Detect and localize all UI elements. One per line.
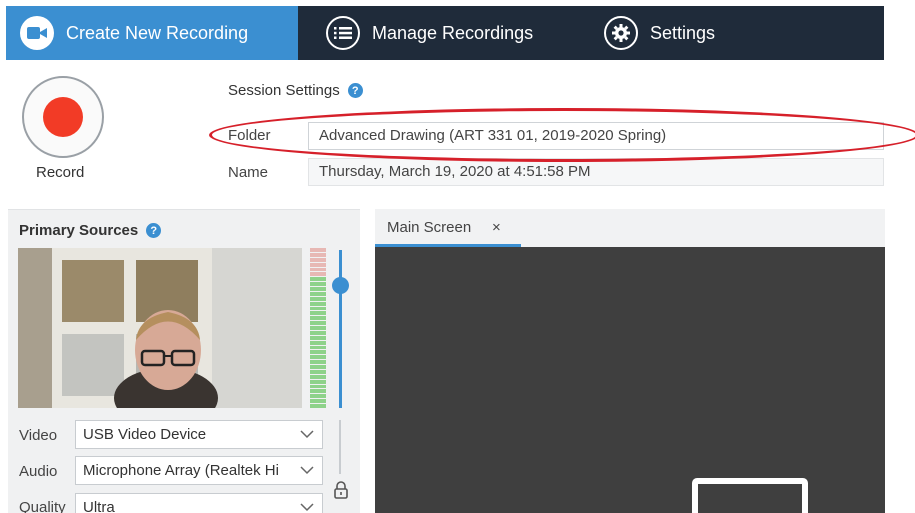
volume-slider-handle[interactable]	[332, 277, 349, 294]
audio-source-value: Microphone Array (Realtek Hi	[83, 462, 279, 479]
gear-icon	[604, 16, 638, 50]
record-label: Record	[36, 164, 85, 181]
chevron-down-icon	[300, 466, 314, 475]
webcam-preview	[18, 248, 302, 408]
chevron-down-icon	[300, 503, 314, 512]
name-field[interactable]: Thursday, March 19, 2020 at 4:51:58 PM	[308, 158, 884, 186]
help-icon[interactable]: ?	[146, 223, 162, 238]
record-button[interactable]	[22, 76, 104, 158]
tab-main-screen-label: Main Screen	[387, 219, 472, 236]
tab-settings[interactable]: Settings	[588, 6, 715, 60]
audio-source-select[interactable]: Microphone Array (Realtek Hi	[75, 456, 323, 485]
close-icon[interactable]: ×	[492, 219, 501, 236]
tab-manage-recordings[interactable]: Manage Recordings	[298, 6, 588, 60]
tab-label: Settings	[650, 22, 716, 43]
chevron-down-icon	[300, 430, 314, 439]
audio-level-meter	[310, 248, 326, 408]
primary-sources-title: Primary Sources ?	[19, 222, 162, 239]
main-screen-preview	[375, 247, 885, 513]
divider	[339, 420, 341, 474]
video-source-select[interactable]: USB Video Device	[75, 420, 323, 449]
video-source-value: USB Video Device	[83, 426, 207, 443]
quality-select[interactable]: Ultra	[75, 493, 323, 513]
monitor-icon	[692, 478, 808, 513]
audio-label: Audio	[19, 463, 58, 480]
tab-create-new-recording[interactable]: Create New Recording	[6, 6, 298, 60]
help-icon[interactable]: ?	[347, 83, 363, 98]
list-icon	[326, 16, 360, 50]
video-camera-icon	[20, 16, 54, 50]
record-icon	[43, 97, 83, 137]
tab-label: Create New Recording	[66, 22, 249, 43]
video-label: Video	[19, 427, 58, 444]
folder-label: Folder	[228, 127, 271, 144]
volume-slider-track[interactable]	[339, 250, 342, 408]
lock-icon[interactable]	[334, 481, 348, 499]
quality-value: Ultra	[83, 499, 115, 513]
session-settings-title: Session Settings ?	[228, 82, 363, 99]
folder-field[interactable]: Advanced Drawing (ART 331 01, 2019-2020 …	[308, 122, 884, 150]
quality-label: Quality	[19, 499, 66, 513]
session-settings-heading: Session Settings	[228, 82, 340, 99]
name-label: Name	[228, 164, 269, 181]
top-navigation: Create New Recording Manage Recordings S…	[6, 6, 884, 60]
tab-label: Manage Recordings	[372, 22, 534, 43]
primary-sources-heading: Primary Sources	[19, 222, 139, 239]
